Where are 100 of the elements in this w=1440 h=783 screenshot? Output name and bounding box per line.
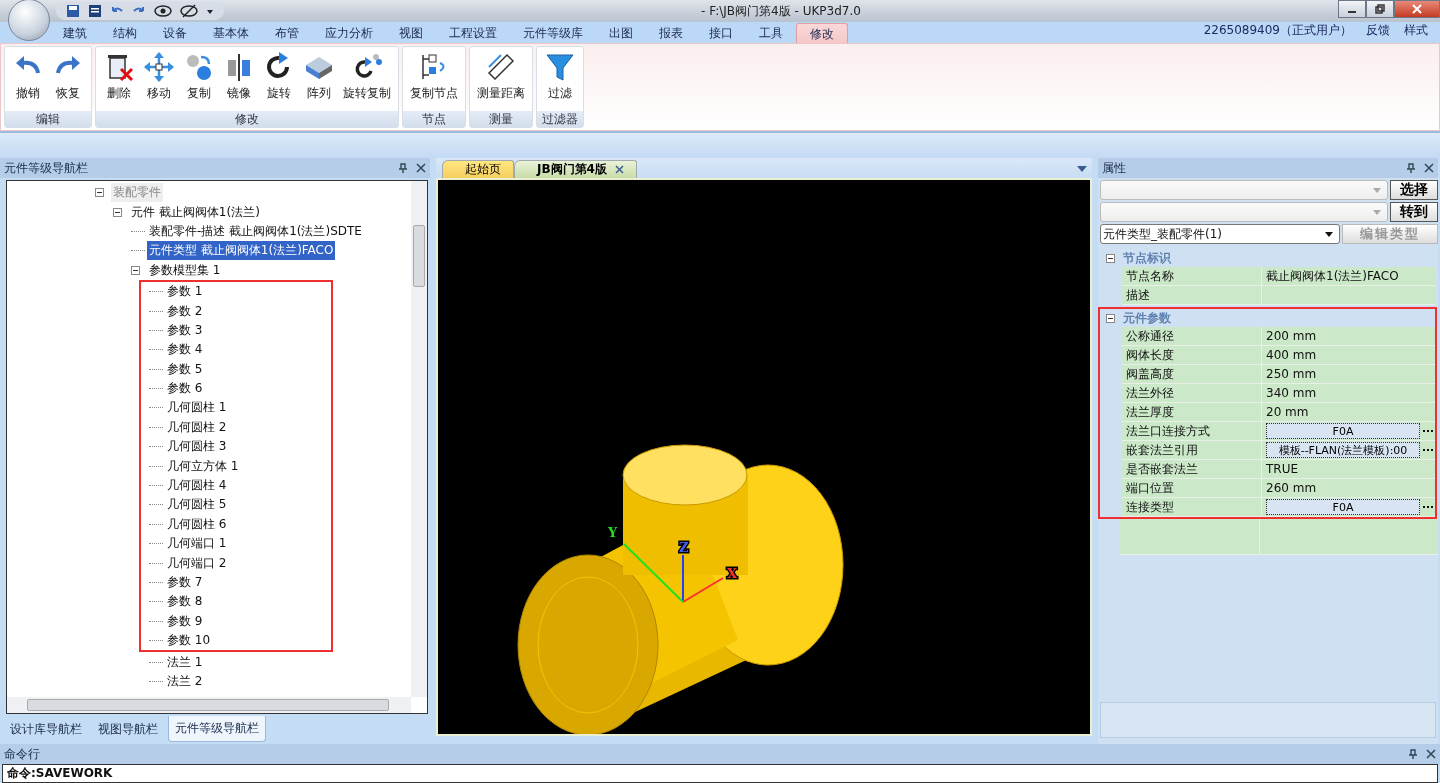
tree-item[interactable]: 元件类型 截止阀阀体1(法兰)FACO [147, 241, 336, 261]
eye-icon[interactable] [154, 4, 172, 18]
tree-item[interactable]: 元件 截止阀阀体1(法兰) [129, 202, 262, 222]
close-icon[interactable] [416, 163, 426, 173]
tree-item[interactable]: 几何端口 1 [165, 534, 229, 554]
menu-tab[interactable]: 视图 [386, 23, 436, 43]
tree-item[interactable]: 参数 10 [165, 631, 213, 651]
menu-link[interactable]: 样式 [1404, 22, 1428, 39]
tree-item[interactable]: 几何圆柱 6 [165, 514, 229, 534]
ribbon-button[interactable]: 旋转 [259, 49, 299, 110]
menu-tab[interactable]: 报表 [646, 23, 696, 43]
ribbon-button[interactable]: 移动 [139, 49, 179, 110]
close-icon[interactable] [614, 165, 624, 174]
ribbon-button[interactable]: 撤销 [8, 49, 48, 110]
property-name: 连接类型 [1122, 498, 1262, 517]
property-value: 260 mm [1266, 481, 1317, 495]
close-icon[interactable] [1426, 749, 1436, 759]
action-button[interactable]: 选择 [1390, 180, 1438, 200]
navigator-tab[interactable]: 设计库导航栏 [4, 716, 88, 742]
minimize-button[interactable] [1338, 0, 1366, 18]
tree-item[interactable]: 参数 5 [165, 359, 205, 379]
tree-item[interactable]: 几何圆柱 2 [165, 417, 229, 437]
menu-tab[interactable]: 建筑 [50, 23, 100, 43]
property-value-button[interactable]: F0A [1266, 423, 1420, 439]
ribbon-button[interactable]: 删除 [99, 49, 139, 110]
ribbon-button[interactable]: 恢复 [48, 49, 88, 110]
panel-title: 属性 [1102, 159, 1126, 177]
hidden-eye-icon[interactable] [180, 4, 198, 18]
ellipsis-icon[interactable] [1423, 505, 1433, 509]
menu-tab[interactable]: 出图 [596, 23, 646, 43]
menu-link[interactable]: 反馈 [1366, 22, 1390, 39]
document-tab[interactable]: JB阀门第4版 [514, 160, 637, 178]
property-category: 元件参数 [1123, 309, 1171, 327]
ribbon-button[interactable]: 阵列 [299, 49, 339, 110]
tree-item[interactable]: 参数 9 [165, 611, 205, 631]
ribbon-button[interactable]: 旋转复制 [339, 49, 395, 110]
pin-icon[interactable] [1408, 749, 1418, 759]
vertical-scrollbar[interactable] [411, 181, 427, 697]
pin-icon[interactable] [1406, 163, 1416, 173]
tree-item[interactable]: 法兰 2 [165, 671, 205, 691]
tree-item[interactable]: 参数模型集 1 [147, 260, 223, 280]
ellipsis-icon[interactable] [1423, 448, 1433, 452]
3d-viewport[interactable]: Z Y X [436, 178, 1092, 736]
save-icon[interactable] [66, 4, 80, 18]
ribbon-button[interactable]: 镜像 [219, 49, 259, 110]
close-icon[interactable] [1424, 163, 1434, 173]
collapse-toggle-icon[interactable] [1106, 313, 1115, 323]
combo-box[interactable]: 元件类型_装配零件(1) [1100, 224, 1340, 244]
property-value: TRUE [1266, 462, 1299, 476]
tree-item[interactable]: 装配零件-描述 截止阀阀体1(法兰)SDTE [147, 221, 364, 241]
tree-item[interactable]: 法兰 1 [165, 652, 205, 672]
tree-item[interactable]: 参数 7 [165, 573, 205, 592]
tree-item[interactable]: 参数 3 [165, 320, 205, 340]
property-value-button[interactable]: 模板--FLAN(法兰模板):00 [1266, 442, 1420, 458]
funnel-icon [544, 51, 576, 83]
property-value: 200 mm [1266, 329, 1317, 343]
menu-tab[interactable]: 工程设置 [436, 23, 510, 43]
ribbon-button[interactable]: 测量距离 [473, 49, 529, 110]
menu-tab[interactable]: 应力分析 [312, 23, 386, 43]
document-icon[interactable] [88, 4, 102, 18]
tree-item[interactable]: 几何立方体 1 [165, 456, 241, 476]
navigator-tab[interactable]: 元件等级导航栏 [168, 716, 266, 742]
menu-tab[interactable]: 设备 [150, 23, 200, 43]
tree-item[interactable]: 参数 2 [165, 301, 205, 321]
dropdown-icon[interactable] [206, 7, 214, 15]
action-button[interactable]: 转到 [1390, 202, 1438, 222]
pin-icon[interactable] [398, 163, 408, 173]
ribbon-group-label: 节点 [403, 111, 465, 128]
menu-tab[interactable]: 基本体 [200, 23, 262, 43]
move-arrows-icon [143, 51, 175, 83]
ribbon-button[interactable]: 过滤 [540, 49, 580, 110]
ribbon-button[interactable]: 复制节点 [406, 49, 462, 110]
tree-item[interactable]: 几何端口 2 [165, 553, 229, 573]
horizontal-scrollbar[interactable] [7, 697, 411, 713]
collapse-toggle-icon[interactable] [1106, 253, 1115, 263]
property-value-button[interactable]: F0A [1266, 499, 1420, 515]
tree-item[interactable]: 参数 4 [165, 340, 205, 360]
tree-item[interactable]: 参数 8 [165, 592, 205, 612]
menu-tab[interactable]: 结构 [100, 23, 150, 43]
restore-button[interactable] [1366, 0, 1394, 18]
menu-tab[interactable]: 元件等级库 [510, 23, 596, 43]
tree-item[interactable]: 几何圆柱 3 [165, 437, 229, 457]
property-name: 描述 [1122, 286, 1262, 305]
property-name: 法兰外径 [1122, 384, 1262, 403]
ellipsis-icon[interactable] [1423, 429, 1433, 433]
navigator-tab[interactable]: 视图导航栏 [92, 716, 164, 742]
close-button[interactable] [1394, 0, 1440, 18]
dropdown-icon[interactable] [1076, 165, 1088, 173]
ribbon-button[interactable]: 复制 [179, 49, 219, 110]
menu-tab[interactable]: 修改 [796, 23, 848, 43]
property-name: 公称通径 [1122, 327, 1262, 346]
tree-item[interactable]: 参数 1 [165, 282, 205, 302]
document-tab[interactable]: 起始页 [442, 160, 514, 178]
menu-tab[interactable]: 工具 [746, 23, 796, 43]
tree-item[interactable]: 几何圆柱 5 [165, 495, 229, 515]
tree-item[interactable]: 参数 6 [165, 379, 205, 399]
tree-item[interactable]: 几何圆柱 4 [165, 476, 229, 496]
menu-tab[interactable]: 接口 [696, 23, 746, 43]
tree-item[interactable]: 几何圆柱 1 [165, 398, 229, 418]
menu-tab[interactable]: 布管 [262, 23, 312, 43]
